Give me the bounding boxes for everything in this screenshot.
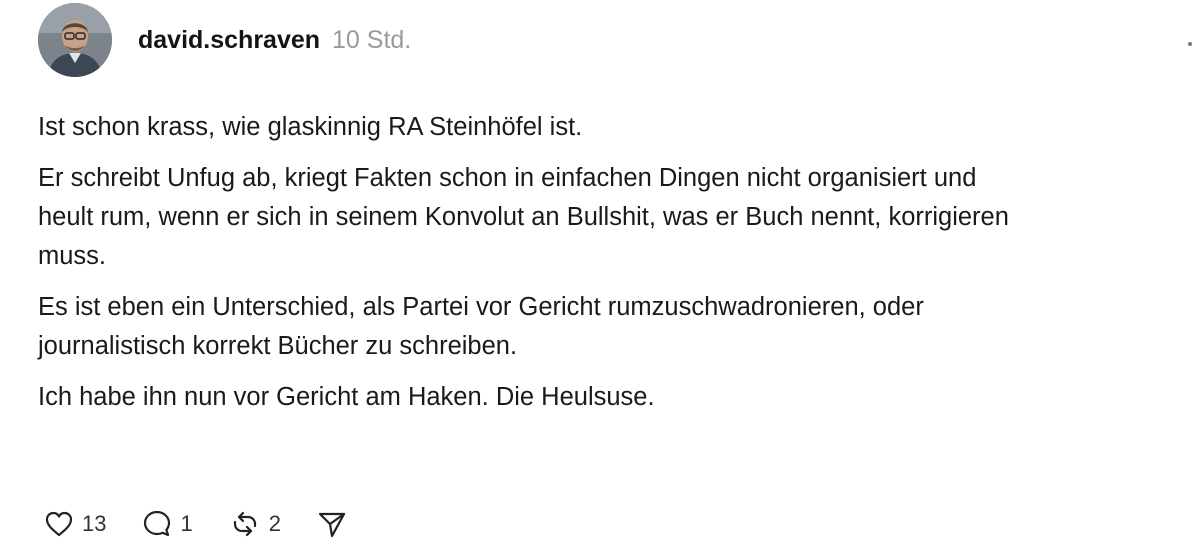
- action-bar: 13 1 2: [44, 504, 383, 544]
- repost-count: 2: [268, 511, 281, 536]
- heart-icon: [44, 510, 74, 538]
- repost-icon: [229, 509, 261, 539]
- avatar[interactable]: [38, 3, 112, 77]
- post-paragraph: Er schreibt Unfug ab, kriegt Fakten scho…: [38, 164, 1009, 270]
- post-header: david.schraven 10 Std.: [138, 26, 411, 62]
- speech-bubble-icon: [142, 509, 172, 539]
- timestamp: 10 Std.: [332, 26, 412, 54]
- share-button[interactable]: [317, 509, 347, 539]
- post-paragraph: Ich habe ihn nun vor Gericht am Haken. D…: [38, 383, 655, 411]
- like-button[interactable]: 13: [44, 510, 106, 538]
- reply-count: 1: [180, 511, 193, 536]
- post-paragraph: Ist schon krass, wie glaskinnig RA Stein…: [38, 113, 583, 141]
- post-paragraph: Es ist eben ein Unterschied, als Partei …: [38, 293, 924, 360]
- more-options-icon[interactable]: [1188, 42, 1192, 46]
- reply-button[interactable]: 1: [142, 509, 193, 539]
- post-card: david.schraven 10 Std. Ist schon krass, …: [0, 0, 1200, 551]
- post-body: Ist schon krass, wie glaskinnig RA Stein…: [38, 108, 1198, 429]
- repost-button[interactable]: 2: [229, 509, 281, 539]
- username[interactable]: david.schraven: [138, 26, 320, 55]
- send-icon: [317, 509, 347, 539]
- like-count: 13: [82, 511, 107, 536]
